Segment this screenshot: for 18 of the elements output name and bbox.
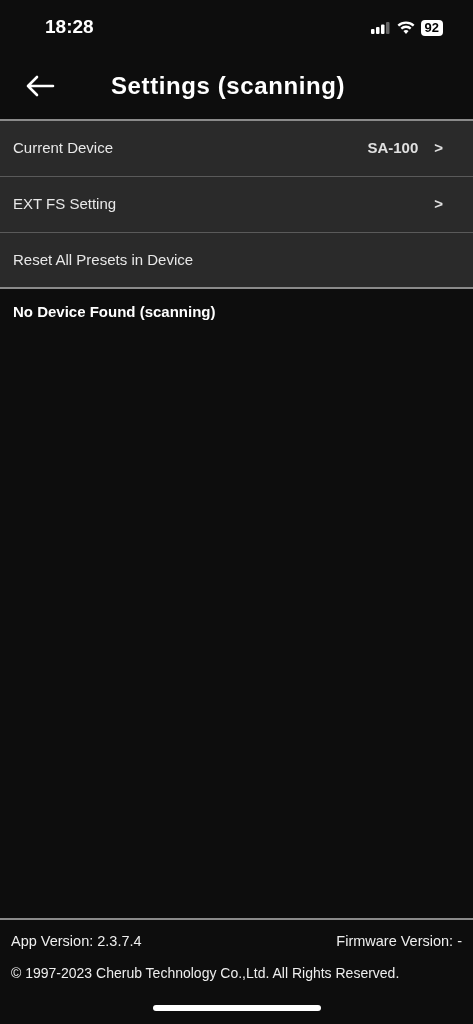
firmware-version-text: Firmware Version: - [336, 932, 462, 952]
row-label: Reset All Presets in Device [13, 249, 194, 270]
page-title: Settings (scanning) [111, 71, 346, 101]
settings-row[interactable]: Current Device SA-100 > [0, 121, 473, 177]
signal-icon [370, 21, 391, 34]
scan-status-text: No Device Found (scanning) [12, 302, 217, 322]
back-arrow-icon [25, 75, 55, 97]
wifi-icon [396, 21, 415, 34]
settings-row[interactable]: EXT FS Setting > [0, 177, 473, 233]
row-label: Current Device [13, 138, 114, 159]
chevron: > [434, 138, 443, 159]
copyright-text: © 1997-2023 Cherub Technology Co.,Ltd. All Rights Reserved. [11, 964, 401, 983]
battery-indicator: 92 [420, 19, 443, 36]
row-label: EXT FS Setting [13, 194, 117, 215]
app-version-text: App Version: 2.3.7.4 [11, 932, 142, 952]
status-time: 18:28 [45, 15, 94, 40]
row-value: SA-100 [367, 138, 419, 159]
chevron: > [434, 194, 443, 215]
